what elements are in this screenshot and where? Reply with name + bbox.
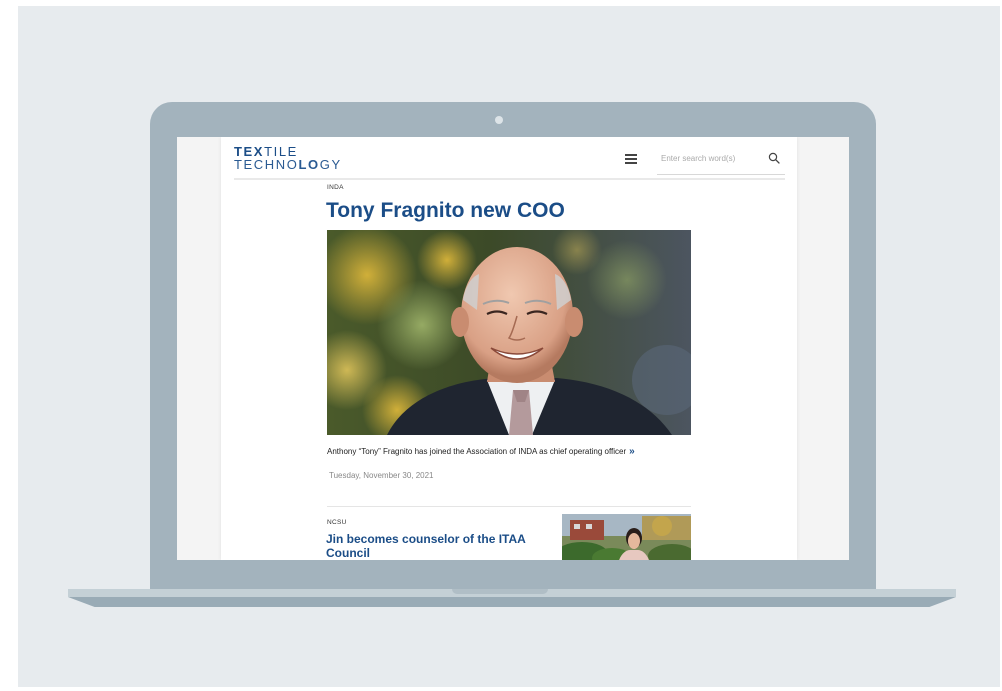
laptop-base-edge xyxy=(68,597,956,607)
article-divider xyxy=(327,506,691,507)
portrait-thumbnail-image xyxy=(562,514,691,560)
read-more-link[interactable]: » xyxy=(629,446,635,457)
laptop-screen: TEXTILE TECHNOLOGY INDA Tony Fragnito ne… xyxy=(177,137,849,560)
article-photo[interactable] xyxy=(327,230,691,435)
article-category[interactable]: NCSU xyxy=(327,519,347,526)
search-underline xyxy=(657,174,785,175)
site-logo[interactable]: TEXTILE TECHNOLOGY xyxy=(234,145,342,171)
article-date: Tuesday, November 30, 2021 xyxy=(329,471,434,480)
web-page: TEXTILE TECHNOLOGY INDA Tony Fragnito ne… xyxy=(221,137,797,560)
header-divider xyxy=(234,178,785,180)
article-title[interactable]: Jin becomes counselor of the ITAA Counci… xyxy=(326,532,541,560)
article-summary: Anthony “Tony” Fragnito has joined the A… xyxy=(327,446,635,457)
portrait-photo-image xyxy=(327,230,691,435)
magnifier-icon[interactable] xyxy=(768,152,780,164)
article-title[interactable]: Tony Fragnito new COO xyxy=(326,199,565,223)
hamburger-menu-icon[interactable] xyxy=(625,154,637,164)
article-category[interactable]: INDA xyxy=(327,184,344,191)
laptop-notch xyxy=(452,589,548,594)
search-input[interactable] xyxy=(661,150,756,166)
camera-dot xyxy=(495,116,503,124)
logo-line-2: TECHNOLOGY xyxy=(234,157,342,172)
article-thumbnail[interactable] xyxy=(562,514,691,560)
